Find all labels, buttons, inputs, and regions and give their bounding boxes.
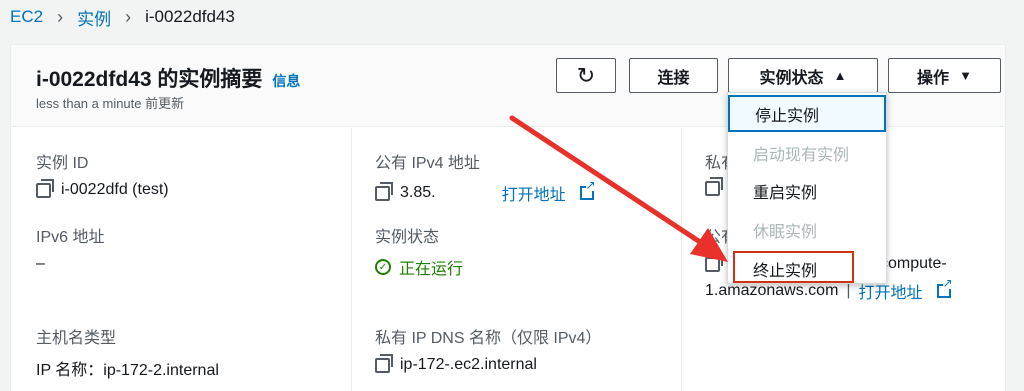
instance-state-button[interactable]: 实例状态 ▲ <box>728 58 878 93</box>
private-dns-value: ip-172-.ec2.internal <box>400 356 537 373</box>
refresh-button[interactable]: ↻ <box>556 58 616 93</box>
title-row: i-0022dfd43 的实例摘要 信息 <box>36 63 300 93</box>
public-dns-value-tail: compute- <box>880 255 947 272</box>
menu-item-reboot-instance[interactable]: 重启实例 <box>728 172 886 209</box>
instance-state-field: 实例状态 ✓ 正在运行 <box>375 223 463 279</box>
copy-icon[interactable] <box>705 177 723 196</box>
instance-id-value: i-0022dfd (test) <box>61 181 169 198</box>
private-dns-value-row: ip-172-.ec2.internal <box>375 353 601 374</box>
chevron-right-icon: › <box>125 6 132 27</box>
menu-item-label: 重启实例 <box>753 184 818 202</box>
ipv6-field: IPv6 地址 – <box>36 223 104 273</box>
info-link[interactable]: 信息 <box>272 71 300 91</box>
menu-item-stop-instance[interactable]: 停止实例 <box>728 95 886 132</box>
copy-icon[interactable] <box>705 252 723 272</box>
terminate-highlight-box <box>733 251 854 283</box>
connect-button[interactable]: 连接 <box>629 58 718 93</box>
hostname-type-label: 主机名类型 <box>36 330 117 347</box>
menu-item-label: 停止实例 <box>755 107 820 125</box>
breadcrumb-ec2-link[interactable]: EC2 <box>10 7 43 27</box>
open-address-link[interactable]: 打开地址 <box>502 181 566 205</box>
private-dns-field: 私有 IP DNS 名称（仅限 IPv4） ip-172-.ec2.intern… <box>375 324 601 374</box>
details-column-1: 实例 ID i-0022dfd (test) IPv6 地址 – 主机名类型 I… <box>11 128 352 391</box>
actions-button-label: 操作 <box>917 69 950 87</box>
ipv6-value: – <box>36 255 45 272</box>
details-column-2: 公有 IPv4 地址 3.85. 打开地址 实例状态 ✓ 正在运行 私有 IP … <box>352 128 682 391</box>
menu-item-hibernate-instance: 休眠实例 <box>728 211 886 248</box>
instance-state-value: 正在运行 <box>399 261 464 278</box>
hostname-type-field: 主机名类型 IP 名称：ip-172-2.internal <box>36 324 219 380</box>
external-link-icon[interactable] <box>579 179 596 200</box>
instance-id-value-row: i-0022dfd (test) <box>36 178 169 199</box>
page-title: i-0022dfd43 的实例摘要 <box>36 68 263 91</box>
public-ipv4-value: 3.85. <box>400 184 436 201</box>
instance-id-field: 实例 ID i-0022dfd (test) <box>36 149 169 199</box>
public-ipv4-label: 公有 IPv4 地址 <box>375 155 480 172</box>
instance-state-value-row: ✓ 正在运行 <box>375 255 463 279</box>
public-ipv4-field: 公有 IPv4 地址 3.85. 打开地址 <box>375 149 596 205</box>
hostname-type-value: IP 名称：ip-172-2.internal <box>36 362 219 379</box>
private-dns-label: 私有 IP DNS 名称（仅限 IPv4） <box>375 330 602 347</box>
public-ipv4-value-row: 3.85. 打开地址 <box>375 179 596 205</box>
copy-icon[interactable] <box>36 178 54 198</box>
instance-id-label: 实例 ID <box>36 155 89 172</box>
breadcrumb: EC2 › 实例 › i-0022dfd43 <box>0 0 1024 34</box>
instance-state-button-label: 实例状态 <box>759 69 824 87</box>
instance-state-label: 实例状态 <box>375 229 440 246</box>
actions-button[interactable]: 操作 ▼ <box>888 58 1001 93</box>
last-updated-text: less than a minute 前更新 <box>36 96 185 111</box>
breadcrumb-current: i-0022dfd43 <box>145 7 235 26</box>
connect-button-label: 连接 <box>657 69 690 87</box>
menu-item-start-instance: 启动现有实例 <box>728 134 886 171</box>
caret-down-icon: ▼ <box>959 68 972 83</box>
external-link-icon[interactable] <box>936 277 953 298</box>
breadcrumb-instances-link[interactable]: 实例 <box>77 5 111 30</box>
refresh-icon: ↻ <box>576 62 596 88</box>
copy-icon[interactable] <box>375 353 393 373</box>
ipv6-label: IPv6 地址 <box>36 229 105 246</box>
check-circle-icon: ✓ <box>375 259 391 275</box>
caret-up-icon: ▲ <box>833 68 847 83</box>
menu-item-label: 休眠实例 <box>753 223 818 241</box>
copy-icon[interactable] <box>375 181 393 201</box>
menu-item-label: 启动现有实例 <box>753 146 850 164</box>
chevron-right-icon: › <box>57 6 64 27</box>
